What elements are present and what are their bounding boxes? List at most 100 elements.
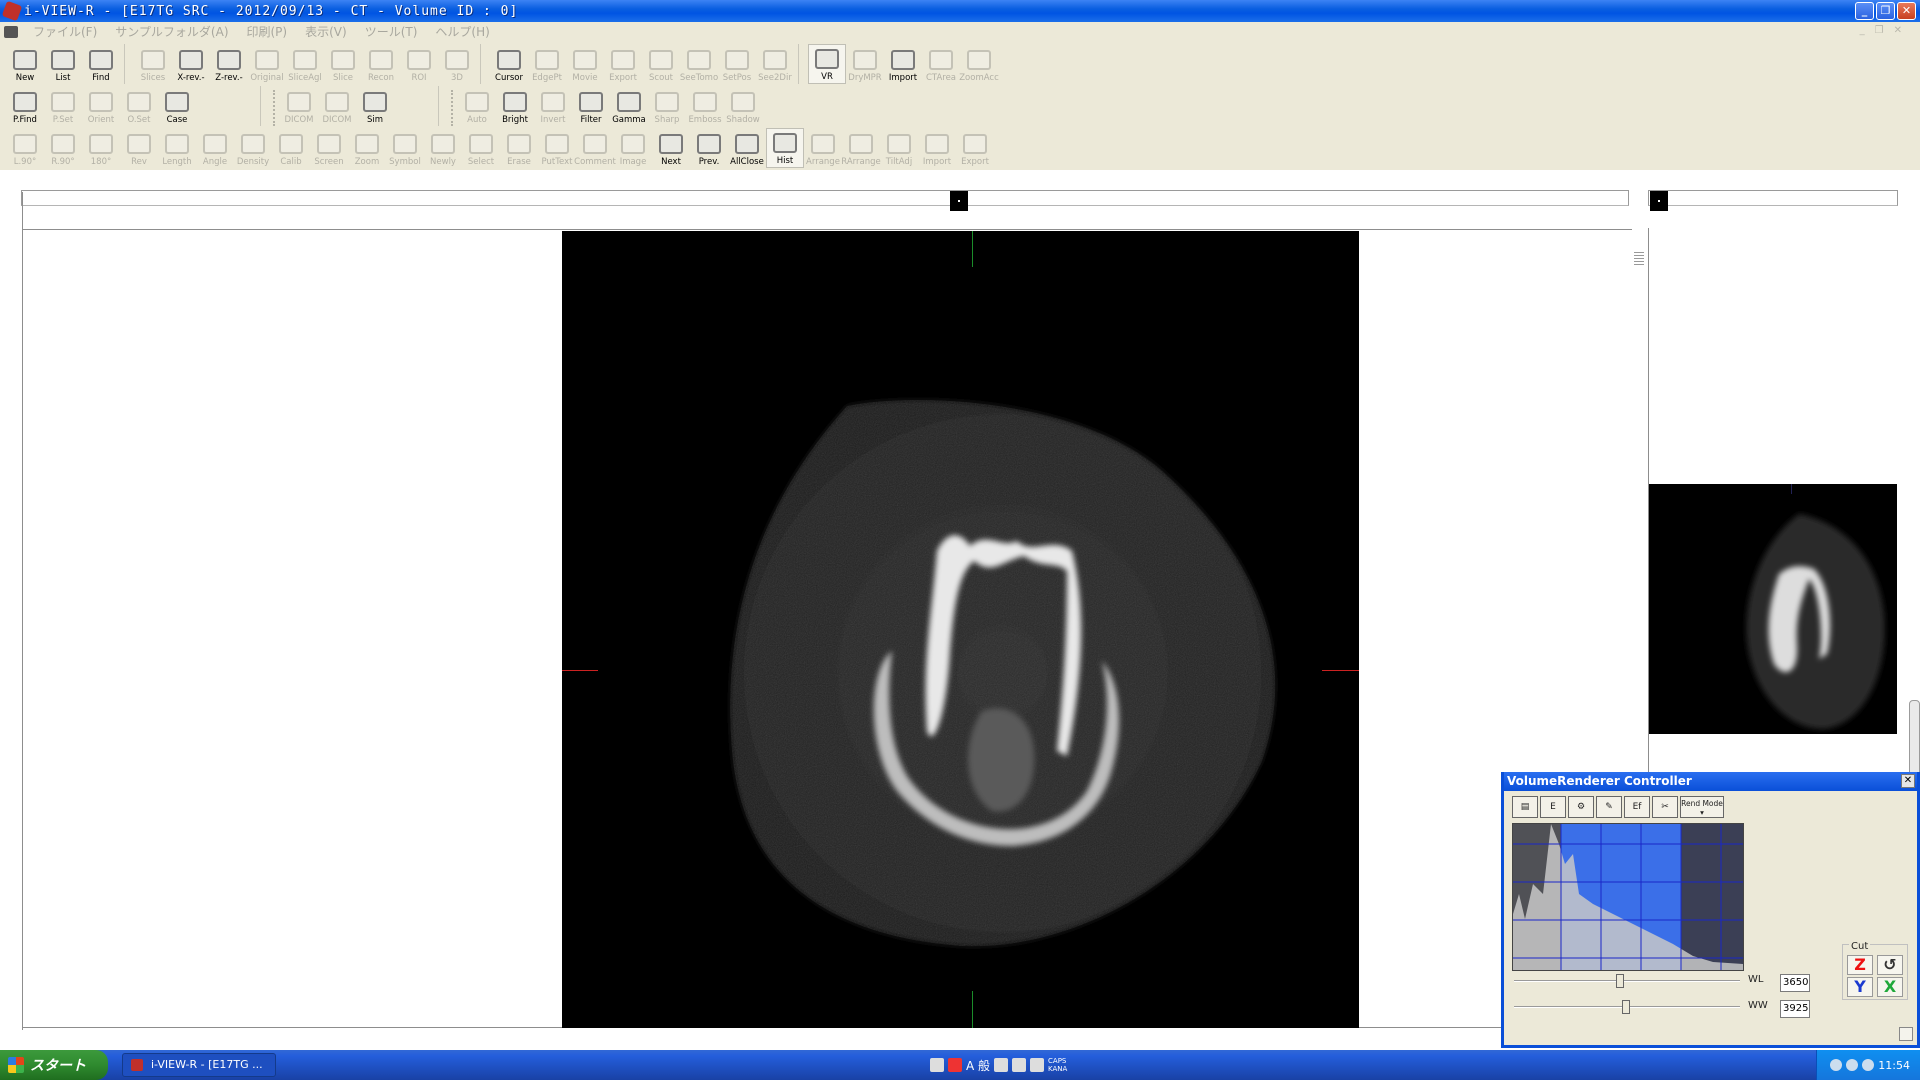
app-icon[interactable] bbox=[1, 0, 23, 22]
document-system-icon[interactable] bbox=[4, 25, 18, 38]
tool-select-button[interactable]: Select bbox=[462, 128, 500, 168]
tool-vr-button[interactable]: VR bbox=[808, 44, 846, 84]
wl-value-field[interactable]: 3650 bbox=[1780, 974, 1810, 992]
menu-help[interactable]: ヘルプ(H) bbox=[426, 23, 498, 40]
tool-movie-button[interactable]: Movie bbox=[566, 44, 604, 84]
menu-print[interactable]: 印刷(P) bbox=[238, 23, 297, 40]
tool-emboss-button[interactable]: Emboss bbox=[686, 86, 724, 126]
tool-hist-button[interactable]: Hist bbox=[766, 128, 804, 168]
vrc-volume-icon[interactable]: ▤ bbox=[1512, 796, 1538, 818]
rend-mode-dropdown[interactable]: Rend Mode ▾ bbox=[1680, 796, 1724, 818]
minimize-button[interactable]: _ bbox=[1855, 2, 1874, 20]
vrc-settings-icon[interactable]: ⚙ bbox=[1568, 796, 1594, 818]
keyboard-icon[interactable] bbox=[930, 1058, 944, 1072]
tool-import-button[interactable]: Import bbox=[884, 44, 922, 84]
tool-roi-button[interactable]: ROI bbox=[400, 44, 438, 84]
menu-tools[interactable]: ツール(T) bbox=[356, 23, 427, 40]
maximize-button[interactable]: ❐ bbox=[1876, 2, 1895, 20]
menu-view[interactable]: 表示(V) bbox=[296, 23, 356, 40]
tool-next-arrow-button[interactable]: Next bbox=[652, 128, 690, 168]
tool-slices-button[interactable]: Slices bbox=[134, 44, 172, 84]
tool-scout-button[interactable]: Scout bbox=[642, 44, 680, 84]
start-button[interactable]: スタート bbox=[0, 1050, 108, 1080]
tool-slice-angle-button[interactable]: SliceAgl bbox=[286, 44, 324, 84]
tool-set-pos-button[interactable]: SetPos bbox=[718, 44, 756, 84]
tool-tilt-adj-button[interactable]: TiltAdj bbox=[880, 128, 918, 168]
splitter-grip-icon[interactable] bbox=[1634, 252, 1644, 266]
tray-expand-icon[interactable] bbox=[1830, 1059, 1843, 1071]
vrc-close-button[interactable]: ✕ bbox=[1901, 774, 1915, 788]
tool-prev-arrow-button[interactable]: Prev. bbox=[690, 128, 728, 168]
wl-slider-thumb[interactable] bbox=[1616, 974, 1624, 988]
tool-density-button[interactable]: Density bbox=[234, 128, 272, 168]
tool-arrange-button[interactable]: Arrange bbox=[804, 128, 842, 168]
tool-find-button[interactable]: Find bbox=[82, 44, 120, 84]
tool-bright-button[interactable]: Bright bbox=[496, 86, 534, 126]
tool-rotate-180-button[interactable]: 180° bbox=[82, 128, 120, 168]
ct-axial-viewport[interactable] bbox=[562, 231, 1359, 1028]
network-icon[interactable] bbox=[1846, 1059, 1859, 1071]
tool-calib-button[interactable]: Calib bbox=[272, 128, 310, 168]
vrc-title-bar[interactable]: VolumeRenderer Controller ✕ bbox=[1504, 772, 1917, 791]
menu-file[interactable]: ファイル(F) bbox=[24, 23, 106, 40]
ct-side-viewport[interactable] bbox=[1649, 484, 1897, 734]
vrc-effect-icon[interactable]: Ef bbox=[1624, 796, 1650, 818]
tool-recon-button[interactable]: Recon bbox=[362, 44, 400, 84]
tool-zoom-acc-button[interactable]: ZoomAcc bbox=[959, 44, 999, 84]
undo-icon[interactable]: ↺ bbox=[1877, 955, 1903, 975]
vrc-curve-icon[interactable]: ✎ bbox=[1596, 796, 1622, 818]
resize-grip-icon[interactable] bbox=[1899, 1027, 1913, 1041]
tool-screen-button[interactable]: Screen bbox=[310, 128, 348, 168]
side-ruler-marker[interactable] bbox=[1650, 191, 1668, 211]
tool-gamma-button[interactable]: Gamma bbox=[610, 86, 648, 126]
tool-sharp-button[interactable]: Sharp bbox=[648, 86, 686, 126]
tool-x-rev-button[interactable]: X-rev.- bbox=[172, 44, 210, 84]
tool-slice-button[interactable]: Slice bbox=[324, 44, 362, 84]
tool-case-button[interactable]: Case bbox=[158, 86, 196, 126]
tool-see-2dir-button[interactable]: See2Dir bbox=[756, 44, 794, 84]
toolbar-grip[interactable] bbox=[273, 90, 277, 126]
tool-dry-mpr-button[interactable]: DryMPR bbox=[846, 44, 884, 84]
taskbar-item-iview[interactable]: i-VIEW-R - [E17TG ... bbox=[122, 1053, 276, 1077]
tool-ct-area-button[interactable]: CTArea bbox=[922, 44, 960, 84]
close-button[interactable]: ✕ bbox=[1897, 2, 1916, 20]
tool-rotate-right-button[interactable]: R.90° bbox=[44, 128, 82, 168]
tool-see-tomo-button[interactable]: SeeTomo bbox=[680, 44, 718, 84]
tool-r-arrange-button[interactable]: RArrange bbox=[841, 128, 881, 168]
tool-length-button[interactable]: Length bbox=[158, 128, 196, 168]
tool-orient-button[interactable]: Orient bbox=[82, 86, 120, 126]
cut-y-button[interactable]: Y bbox=[1847, 977, 1873, 997]
title-bar[interactable]: i-VIEW-R - [E17TG SRC - 2012/09/13 - CT … bbox=[0, 0, 1920, 22]
histogram-panel[interactable] bbox=[1512, 823, 1744, 971]
ime-mode-text[interactable]: A 般 bbox=[966, 1057, 990, 1074]
tool-filter-button[interactable]: Filter bbox=[572, 86, 610, 126]
vrc-edit-icon[interactable]: E bbox=[1540, 796, 1566, 818]
tool-new-button[interactable]: New bbox=[6, 44, 44, 84]
ww-value-field[interactable]: 3925 bbox=[1780, 1000, 1810, 1018]
tool-3d-button[interactable]: 3D bbox=[438, 44, 476, 84]
tool-export-button[interactable]: Export bbox=[604, 44, 642, 84]
tool-sim-button[interactable]: Sim bbox=[356, 86, 394, 126]
tool-import2-button[interactable]: Import bbox=[918, 128, 956, 168]
cut-z-button[interactable]: Z bbox=[1847, 955, 1873, 975]
ime-help-icon[interactable] bbox=[1030, 1058, 1045, 1072]
tool-patient-set-button[interactable]: P.Set bbox=[44, 86, 82, 126]
volume-icon[interactable] bbox=[1862, 1059, 1875, 1071]
tool-patient-find-button[interactable]: P.Find bbox=[6, 86, 44, 126]
tool-reverse-button[interactable]: Rev bbox=[120, 128, 158, 168]
tool-angle-button[interactable]: Angle bbox=[196, 128, 234, 168]
ime-dictionary-icon[interactable] bbox=[1012, 1058, 1027, 1072]
tool-zoom-button[interactable]: Zoom bbox=[348, 128, 386, 168]
tool-edge-point-button[interactable]: EdgePt bbox=[528, 44, 566, 84]
tool-export2-button[interactable]: Export bbox=[956, 128, 994, 168]
tool-comment-button[interactable]: Comment bbox=[574, 128, 616, 168]
menu-sample-folder[interactable]: サンプルフォルダ(A) bbox=[106, 23, 237, 40]
tool-original-button[interactable]: Original bbox=[248, 44, 286, 84]
ww-slider-thumb[interactable] bbox=[1622, 1000, 1630, 1014]
tool-auto-button[interactable]: Auto bbox=[458, 86, 496, 126]
tool-rotate-left-button[interactable]: L.90° bbox=[6, 128, 44, 168]
tool-list-button[interactable]: List bbox=[44, 44, 82, 84]
ime-app-icon[interactable] bbox=[948, 1058, 962, 1072]
tool-put-text-button[interactable]: PutText bbox=[538, 128, 576, 168]
tool-orient-set-button[interactable]: O.Set bbox=[120, 86, 158, 126]
